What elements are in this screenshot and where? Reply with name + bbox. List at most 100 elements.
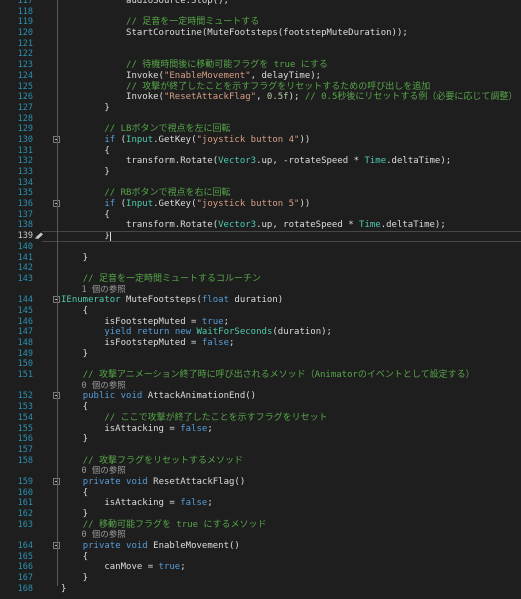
code-line[interactable]: 124 Invoke("EnableMovement", delayTime); bbox=[0, 71, 521, 82]
code-line[interactable]: 119 // 足音を一定時間ミュートする bbox=[0, 17, 521, 28]
token-plain: .up, -rotateSpeed * bbox=[256, 156, 365, 167]
reference-count-lens[interactable]: 1 個の参照 bbox=[0, 285, 521, 296]
code-line[interactable]: 132 transform.Rotate(Vector3.up, -rotate… bbox=[0, 156, 521, 167]
line-number: 147 bbox=[17, 327, 33, 338]
token-type: IEnumerator bbox=[61, 295, 121, 306]
line-number: 151 bbox=[17, 370, 33, 381]
code-line[interactable]: 143 // 足音を一定時間ミュートするコルーチン bbox=[0, 274, 521, 285]
token-plain: duration) bbox=[228, 295, 284, 306]
code-line[interactable]: 149 } bbox=[0, 349, 521, 360]
line-number: 126 bbox=[17, 92, 33, 103]
code-text: isAttacking = false; bbox=[61, 498, 212, 509]
line-number: 157 bbox=[17, 444, 33, 455]
code-line[interactable]: 118 bbox=[0, 7, 521, 18]
code-line[interactable]: 125 // 攻撃が終了したことを示すフラグをリセットするための呼び出しを追加 bbox=[0, 82, 521, 93]
token-type: Time bbox=[359, 220, 381, 231]
code-line[interactable]: 140 bbox=[0, 242, 521, 253]
token-plain: isAttacking = bbox=[61, 423, 181, 434]
token-plain: .deltaTime); bbox=[380, 220, 446, 231]
code-line[interactable]: 127 } bbox=[0, 103, 521, 114]
code-text: { bbox=[61, 402, 88, 413]
code-line[interactable]: 155 isAttacking = false; bbox=[0, 424, 521, 435]
reference-count-lens[interactable]: 0 個の参照 bbox=[0, 466, 521, 477]
line-number: 143 bbox=[17, 273, 33, 284]
code-line[interactable]: 126 Invoke("ResetAttackFlag", 0.5f); // … bbox=[0, 92, 521, 103]
code-line[interactable]: 145 { bbox=[0, 306, 521, 317]
line-number: 142 bbox=[17, 263, 33, 274]
token-type: Input bbox=[126, 134, 154, 145]
line-number: 123 bbox=[17, 60, 33, 71]
token-plain: ; bbox=[223, 316, 229, 327]
code-line[interactable]: 150 bbox=[0, 359, 521, 370]
code-line[interactable]: 137 { bbox=[0, 210, 521, 221]
code-line[interactable]: 164 private void EnableMovement() bbox=[0, 541, 521, 552]
code-line[interactable]: 157 bbox=[0, 445, 521, 456]
code-line[interactable]: 152 public void AttackAnimationEnd() bbox=[0, 391, 521, 402]
code-line[interactable]: 160 { bbox=[0, 488, 521, 499]
code-line[interactable]: 151 // 攻撃アニメーション終了時に呼び出されるメソッド（Animatorの… bbox=[0, 370, 521, 381]
code-editor[interactable]: 117 audioSource.Stop(); 118 119 // 足音を一定時間… bbox=[0, 0, 521, 595]
token-kw: new bbox=[174, 327, 192, 338]
code-line[interactable]: 131 { bbox=[0, 146, 521, 157]
token-str: "joystick button 5" bbox=[196, 199, 300, 210]
token-plain: .GetKey( bbox=[153, 134, 197, 145]
token-plain: EnableMovement() bbox=[147, 541, 240, 552]
code-line[interactable]: 168} bbox=[0, 584, 521, 595]
code-line[interactable]: 133 } bbox=[0, 167, 521, 178]
code-line[interactable]: 163 // 移動可能フラグを true にするメソッド bbox=[0, 520, 521, 531]
line-number: 153 bbox=[17, 402, 33, 413]
code-line[interactable]: 142 bbox=[0, 263, 521, 274]
code-line[interactable]: 166 canMove = true; bbox=[0, 562, 521, 573]
code-text: { bbox=[61, 552, 88, 563]
code-line[interactable]: 122 bbox=[0, 49, 521, 60]
code-line[interactable]: 154 // ここで攻撃が終了したことを示すフラグをリセット bbox=[0, 413, 521, 424]
code-line[interactable]: 129 // LBボタンで視点を左に回転 bbox=[0, 124, 521, 135]
code-line[interactable]: 144 IEnumerator MuteFootsteps(float durat… bbox=[0, 295, 521, 306]
code-text: } bbox=[61, 509, 88, 520]
code-line[interactable]: 148 isFootstepMuted = false; bbox=[0, 338, 521, 349]
code-line[interactable]: 121 bbox=[0, 39, 521, 50]
code-line[interactable]: 123 // 待機時間後に移動可能フラグを true にする bbox=[0, 60, 521, 71]
code-line[interactable]: 130 if (Input.GetKey("joystick button 4"… bbox=[0, 135, 521, 146]
code-text: } bbox=[61, 103, 109, 114]
code-line[interactable]: 135 // RBボタンで視点を右に回転 bbox=[0, 188, 521, 199]
line-number: 117 bbox=[17, 0, 33, 6]
code-line[interactable]: 134 bbox=[0, 178, 521, 189]
token-plain: { bbox=[61, 551, 89, 562]
code-line[interactable]: 161 isAttacking = false; bbox=[0, 498, 521, 509]
token-plain: Invoke( bbox=[61, 70, 164, 81]
code-line[interactable]: 156 } bbox=[0, 434, 521, 445]
current-code-line[interactable]: 139 } bbox=[0, 231, 521, 242]
code-line[interactable]: 165 { bbox=[0, 552, 521, 563]
token-plain: )) bbox=[299, 199, 311, 210]
pen-icon[interactable] bbox=[34, 232, 44, 240]
token-plain: .deltaTime); bbox=[386, 156, 452, 167]
reference-count-lens[interactable]: 0 個の参照 bbox=[0, 381, 521, 392]
code-line[interactable]: 138 transform.Rotate(Vector3.up, rotateS… bbox=[0, 220, 521, 231]
code-line[interactable]: 141 } bbox=[0, 253, 521, 264]
code-line[interactable]: 158 // 攻撃フラグをリセットするメソッド bbox=[0, 456, 521, 467]
line-number: 134 bbox=[17, 177, 33, 188]
code-line[interactable]: 128 bbox=[0, 114, 521, 125]
reference-count-label[interactable]: 0 個の参照 bbox=[61, 381, 125, 392]
code-line[interactable]: 162 } bbox=[0, 509, 521, 520]
code-line[interactable]: 153 { bbox=[0, 402, 521, 413]
code-line[interactable]: 136 if (Input.GetKey("joystick button 5"… bbox=[0, 199, 521, 210]
line-number: 161 bbox=[17, 498, 33, 509]
reference-count-label[interactable]: 1 個の参照 bbox=[61, 285, 125, 296]
reference-count-label[interactable]: 0 個の参照 bbox=[61, 466, 125, 477]
line-number: 121 bbox=[17, 38, 33, 49]
code-text: } bbox=[61, 167, 109, 178]
reference-count-lens[interactable]: 0 個の参照 bbox=[0, 530, 521, 541]
reference-count-label[interactable]: 0 個の参照 bbox=[61, 530, 125, 541]
token-cm: // 足音を一定時間ミュートする bbox=[126, 17, 260, 28]
code-line[interactable]: 167 } bbox=[0, 573, 521, 584]
code-line[interactable]: 159 private void ResetAttackFlag() bbox=[0, 477, 521, 488]
code-line[interactable]: 146 isFootstepMuted = true; bbox=[0, 317, 521, 328]
code-line[interactable]: 120 StartCoroutine(MuteFootsteps(footste… bbox=[0, 28, 521, 39]
code-line[interactable]: 147 yield return new WaitForSeconds(dura… bbox=[0, 327, 521, 338]
code-line[interactable]: 117 audioSource.Stop(); bbox=[0, 0, 521, 7]
